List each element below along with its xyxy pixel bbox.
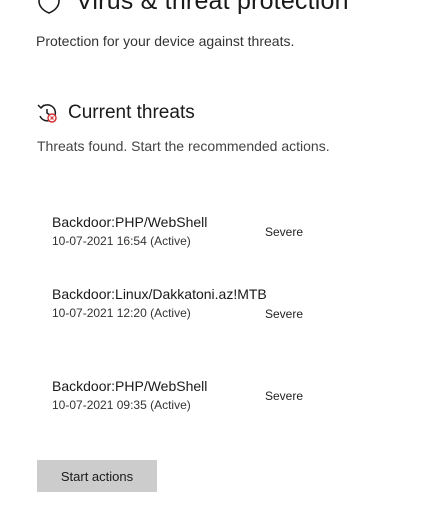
page-header: Virus & threat protection xyxy=(36,0,349,16)
threat-item[interactable]: Backdoor:PHP/WebShell 10-07-2021 09:35 (… xyxy=(52,377,322,412)
threat-severity: Severe xyxy=(265,225,304,239)
start-actions-button[interactable]: Start actions xyxy=(37,460,157,492)
threat-history-icon xyxy=(37,104,57,123)
threat-name: Backdoor:PHP/WebShell xyxy=(52,378,208,394)
current-threats-header: Current threats xyxy=(36,102,195,124)
shield-icon xyxy=(38,0,60,14)
section-description: Threats found. Start the recommended act… xyxy=(37,138,330,154)
page-title: Virus & threat protection xyxy=(76,0,349,15)
page-subtitle: Protection for your device against threa… xyxy=(36,33,295,49)
threat-severity: Severe xyxy=(265,307,304,321)
threat-item[interactable]: Backdoor:PHP/WebShell 10-07-2021 16:54 (… xyxy=(52,213,322,248)
threat-severity: Severe xyxy=(265,389,304,403)
section-title: Current threats xyxy=(68,102,195,123)
threat-name: Backdoor:Linux/Dakkatoni.az!MTB xyxy=(52,286,267,302)
threat-item[interactable]: Backdoor:Linux/Dakkatoni.az!MTB 10-07-20… xyxy=(52,285,322,321)
threat-name: Backdoor:PHP/WebShell xyxy=(52,214,208,230)
